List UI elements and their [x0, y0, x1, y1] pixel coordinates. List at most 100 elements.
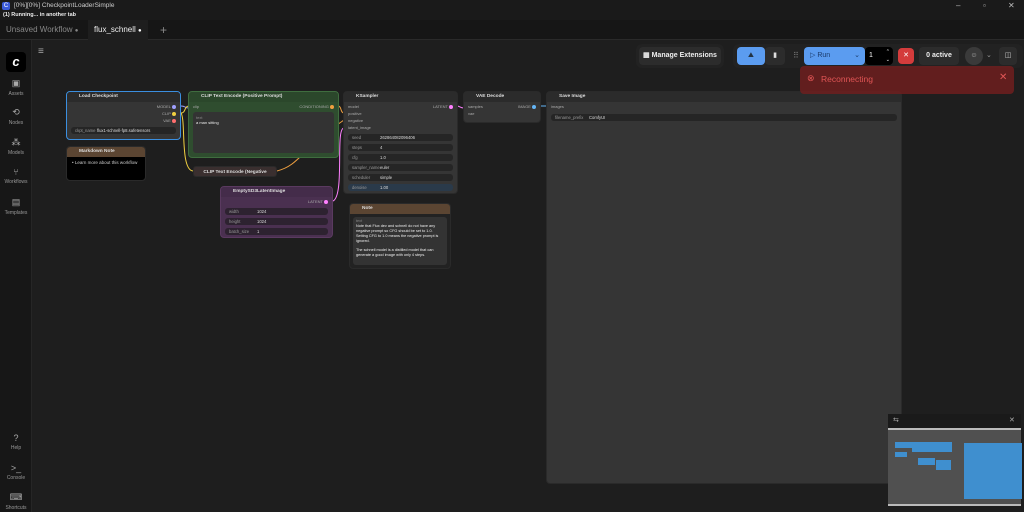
node-title: EmptySD3LatentImage [221, 187, 332, 197]
widget-label: width [229, 209, 239, 214]
input-model[interactable]: model [348, 104, 359, 109]
slot-label: negative [348, 118, 364, 123]
sampler-widget[interactable]: sampler_name euler [348, 164, 453, 171]
slot-label: vae [468, 111, 475, 116]
node-title: KSampler [344, 92, 457, 102]
minimap-node [895, 452, 907, 457]
widget-value: flux1-schnell-fp8.safetensors [97, 128, 151, 133]
denoise-widget[interactable]: denoise 1.00 [348, 184, 453, 191]
scheduler-widget[interactable]: scheduler simple [348, 174, 453, 181]
output-model[interactable]: MODEL [157, 104, 176, 109]
widget-label: denoise [352, 185, 367, 190]
slot-label: CLIP [162, 111, 171, 116]
button-label: Run [817, 52, 831, 59]
output-latent[interactable]: LATENT [308, 199, 328, 204]
node-vae-decode[interactable]: VAE Decode samples vae IMAGE [463, 91, 541, 123]
markdown-link[interactable]: • Learn more about this workflow [72, 160, 137, 165]
widget-value: simple [380, 175, 393, 180]
minimap-close-icon[interactable]: ✕ [1009, 416, 1015, 424]
output-clip[interactable]: CLIP [162, 111, 176, 116]
user-avatar[interactable]: ☺ [965, 47, 983, 65]
seed-widget[interactable]: seed 262864082096406 [348, 134, 453, 141]
filename-prefix-widget[interactable]: filename_prefix ComfyUI [551, 114, 897, 121]
widget-value: ComfyUI [589, 115, 606, 120]
batch-size-widget[interactable]: batch_size 1 [225, 228, 328, 235]
input-images[interactable]: images [551, 104, 564, 109]
widget-value: 1024 [257, 209, 267, 214]
node-save-image[interactable]: Save Image images filename_prefix ComfyUI [546, 91, 902, 484]
slot-label: MODEL [156, 104, 171, 109]
node-title: Note [350, 204, 450, 214]
widget-label: batch_size [229, 229, 250, 234]
input-clip[interactable]: clip [193, 104, 199, 109]
slot-label: LATENT [307, 199, 323, 204]
widget-label: scheduler [352, 175, 371, 180]
widget-value: euler [380, 165, 390, 170]
widget-label: cfg [352, 155, 358, 160]
slot-label: LATENT [432, 104, 448, 109]
slot-label: model [348, 104, 359, 109]
input-positive[interactable]: positive [348, 111, 362, 116]
node-title: Load Checkpoint [67, 92, 180, 102]
minimap[interactable]: ⇆ ✕ [888, 414, 1022, 506]
slot-label: VAE [163, 118, 171, 123]
bookmark-button[interactable]: ▮ [765, 47, 785, 65]
drag-handle-icon[interactable]: ⠿ [793, 51, 799, 60]
toggle-panel-button[interactable]: ◫ [999, 47, 1017, 65]
node-ksampler[interactable]: KSampler model positive negative latent_… [343, 91, 458, 194]
node-markdown-note[interactable]: Markdown Note • Learn more about this wo… [66, 146, 146, 181]
slot-label: IMAGE [517, 104, 531, 109]
slot-label: latent_image [348, 125, 371, 130]
chevron-down-icon[interactable]: ⌄ [986, 51, 992, 59]
widget-label: sampler_name [352, 165, 380, 170]
queue-count-input[interactable]: 1 ⌃ ⌄ [865, 47, 893, 65]
active-queue-button[interactable]: 0 active [919, 47, 959, 65]
widget-label: filename_prefix [555, 115, 584, 120]
input-latent-image[interactable]: latent_image [348, 125, 371, 130]
link-text: Learn more about this workflow [74, 160, 138, 165]
slot-label: clip [193, 104, 200, 109]
widget-label: seed [352, 135, 362, 140]
node-title: CLIP Text Encode (Negative Prompt) [203, 170, 267, 175]
node-title: CLIP Text Encode (Positive Prompt) [189, 92, 338, 102]
comfy-logo-button[interactable]: ⛰ [737, 47, 765, 65]
minimap-node [912, 442, 952, 452]
input-vae[interactable]: vae [468, 111, 474, 116]
node-clip-positive[interactable]: CLIP Text Encode (Positive Prompt) clip … [188, 91, 339, 158]
widget-value: 1024 [257, 219, 267, 224]
node-load-checkpoint[interactable]: Load Checkpoint MODEL CLIP VAE ckpt_name… [66, 91, 181, 140]
width-widget[interactable]: width 1024 [225, 208, 328, 215]
minimap-node [895, 442, 912, 448]
note-paragraph: Note that Flux dev and schnell do not ha… [356, 224, 439, 243]
widget-value: 1.00 [380, 185, 389, 190]
minimap-settings-icon[interactable]: ⇆ [893, 416, 899, 424]
cancel-button[interactable]: ✕ [898, 48, 914, 64]
height-widget[interactable]: height 1024 [225, 218, 328, 225]
manage-extensions-button[interactable]: ▦ Manage Extensions [639, 47, 721, 65]
minimap-node [918, 458, 935, 465]
widget-value: 4 [380, 145, 383, 150]
steps-widget[interactable]: steps 4 [348, 144, 453, 151]
node-note[interactable]: Note text Note that Flux dev and schnell… [349, 203, 451, 269]
ckpt-name-widget[interactable]: ckpt_name flux1-schnell-fp8.safetensors [71, 127, 176, 134]
node-title: Markdown Note [67, 147, 145, 157]
note-textarea[interactable]: text Note that Flux dev and schnell do n… [353, 217, 447, 265]
input-negative[interactable]: negative [348, 118, 363, 123]
input-samples[interactable]: samples [468, 104, 483, 109]
node-clip-negative[interactable]: CLIP Text Encode (Negative Prompt) [193, 166, 277, 177]
run-button[interactable]: ▷ Run ⌄ [804, 47, 865, 65]
node-empty-latent[interactable]: EmptySD3LatentImage LATENT width 1024 hei… [220, 186, 333, 238]
error-icon: ⊗ [807, 73, 815, 83]
reconnecting-toast: ⊗ Reconnecting ✕ [800, 66, 1014, 94]
prompt-textarea[interactable]: text a man sitting [193, 112, 334, 153]
output-latent[interactable]: LATENT [433, 104, 453, 109]
widget-label: ckpt_name [75, 128, 96, 133]
queue-count-value: 1 [869, 52, 873, 59]
widget-label: height [229, 219, 241, 224]
widget-label: steps [352, 145, 363, 150]
output-image[interactable]: IMAGE [518, 104, 536, 109]
output-vae[interactable]: VAE [163, 118, 176, 123]
close-toast-icon[interactable]: ✕ [999, 72, 1007, 83]
cfg-widget[interactable]: cfg 1.0 [348, 154, 453, 161]
output-conditioning[interactable]: CONDITIONING [299, 104, 334, 109]
